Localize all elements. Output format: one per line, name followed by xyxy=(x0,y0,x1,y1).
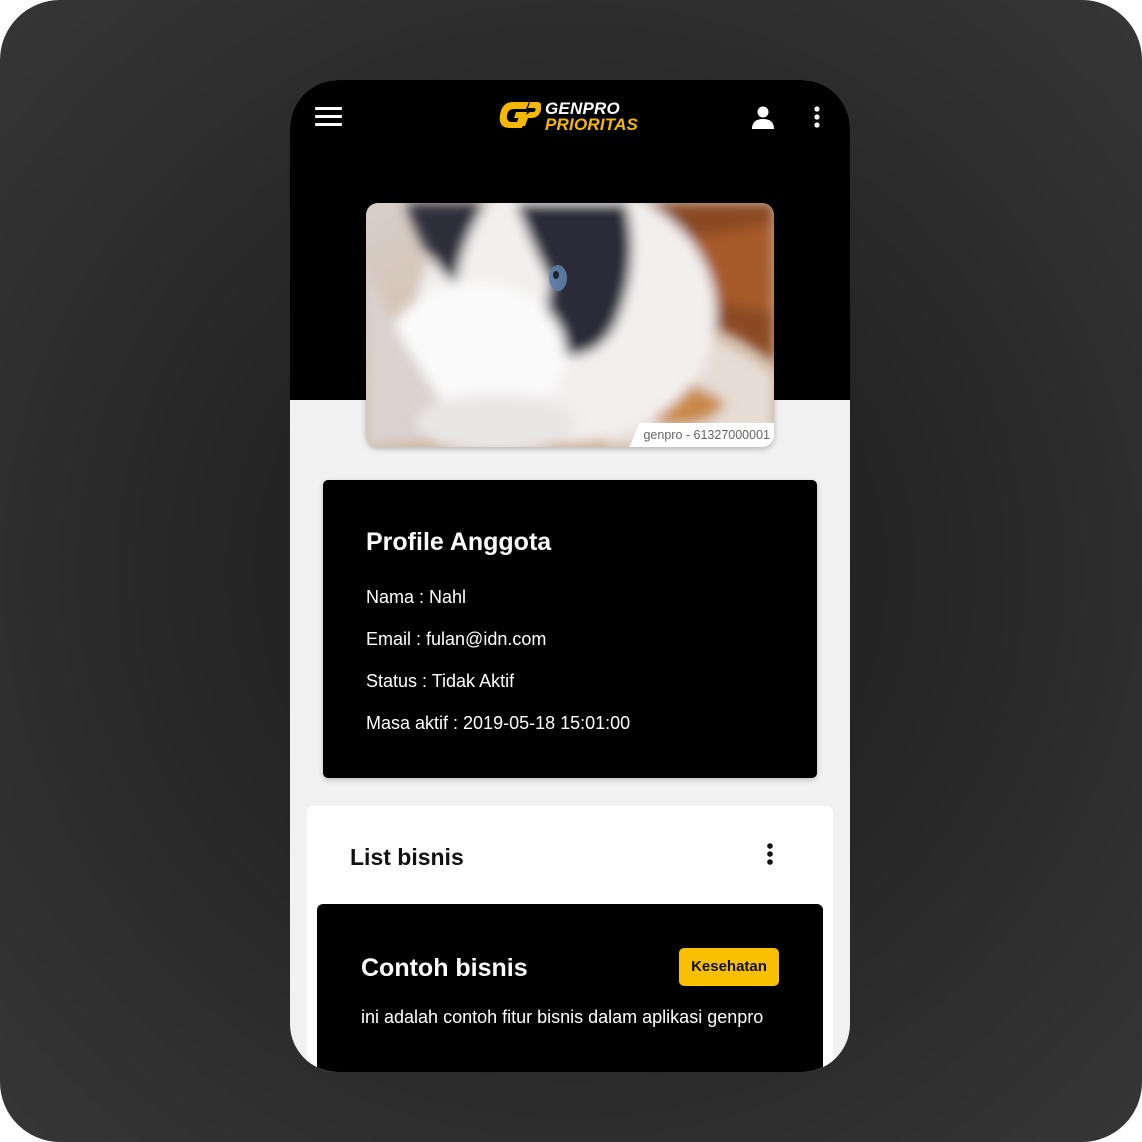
business-card[interactable]: Contoh bisnis Kesehatan ini adalah conto… xyxy=(317,904,823,1072)
guinea-pig-photo xyxy=(366,203,774,447)
business-category-badge[interactable]: Kesehatan xyxy=(679,948,779,986)
profile-name: Nama : Nahl xyxy=(366,587,467,607)
business-list-more-icon[interactable] xyxy=(763,842,777,868)
gp-logo-icon xyxy=(499,102,541,128)
hamburger-menu-icon[interactable] xyxy=(315,107,342,127)
more-vert-icon[interactable] xyxy=(808,105,826,129)
profile-email: Email : fulan@idn.com xyxy=(366,629,547,649)
member-id-caption: genpro - 61327000001 xyxy=(629,423,774,447)
screen-background: GENPRO PRIORITAS genpro - 61327000001 Pr… xyxy=(0,0,1142,1142)
business-list-title: List bisnis xyxy=(350,844,464,870)
profile-card: Profile Anggota Nama : Nahl Email : fula… xyxy=(323,480,817,778)
profile-title: Profile Anggota xyxy=(366,528,552,556)
person-icon[interactable] xyxy=(751,105,775,129)
brand-subtitle: PRIORITAS xyxy=(545,115,639,134)
phone-frame: GENPRO PRIORITAS genpro - 61327000001 Pr… xyxy=(290,80,850,1072)
app-logo: GENPRO PRIORITAS xyxy=(499,98,639,136)
app-toolbar: GENPRO PRIORITAS xyxy=(290,80,850,154)
profile-active-until: Masa aktif : 2019-05-18 15:01:00 xyxy=(366,713,631,733)
business-description: ini adalah contoh fitur bisnis dalam apl… xyxy=(361,1007,764,1027)
profile-status: Status : Tidak Aktif xyxy=(366,671,515,691)
member-photo: genpro - 61327000001 xyxy=(366,203,774,447)
business-name: Contoh bisnis xyxy=(361,954,528,982)
